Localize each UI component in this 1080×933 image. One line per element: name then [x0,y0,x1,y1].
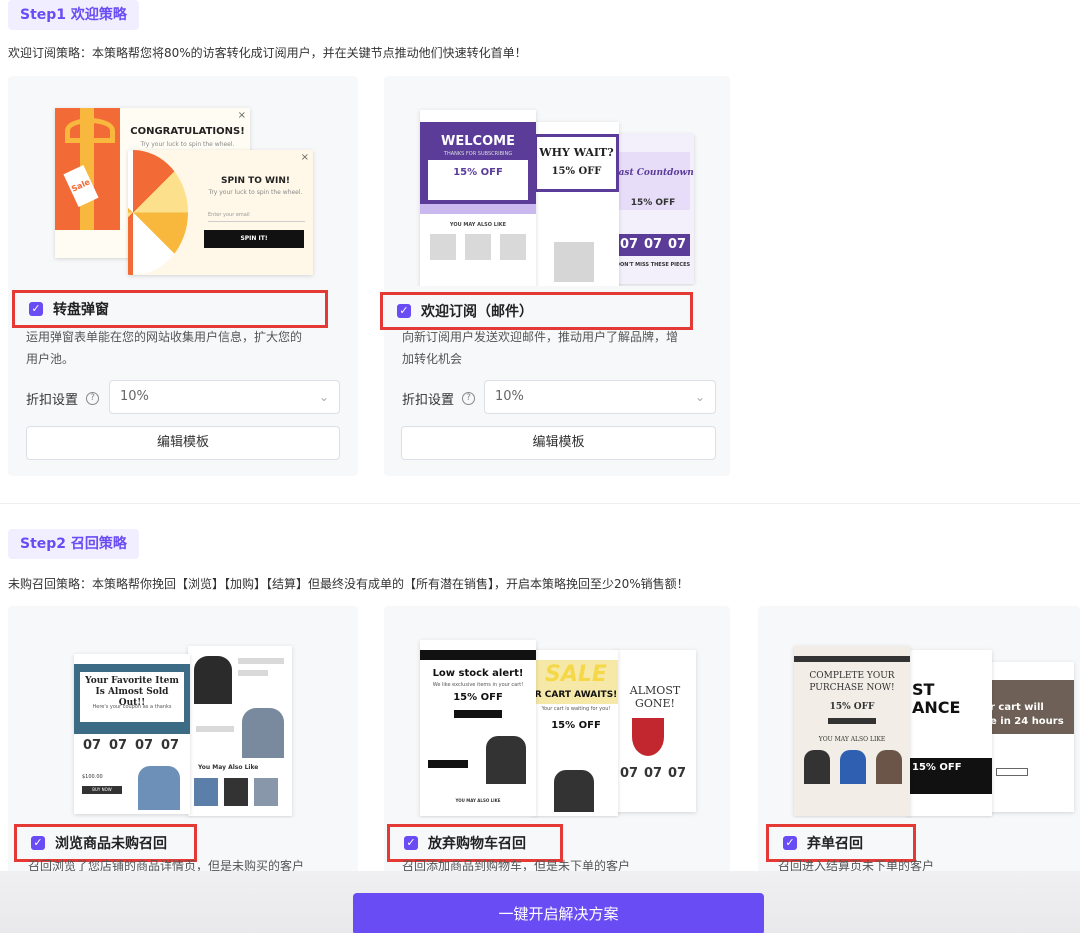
discount-select[interactable]: 10% ⌄ [109,380,340,414]
buy-now[interactable]: BUY NOW [82,786,122,794]
digit-2: 07 [643,237,663,252]
help-icon[interactable]: ? [86,392,100,405]
you-may-also-like: YOU MAY ALSO LIKE [449,222,507,228]
check-icon[interactable]: ✓ [29,302,43,316]
welcome-sub: THANKS FOR SUBSCRIBING [443,151,513,157]
low-stock-sub: We like exclusive items in your cart! [432,682,524,688]
discount-setting-label: 折扣设置 ? [402,389,476,408]
price: $100.00 [82,774,103,780]
edit-template-button[interactable]: 编辑模板 [401,426,716,460]
complete-purchase: COMPLETE YOUR PURCHASE NOW! [809,671,895,693]
spin-wheel-preview: Sale CONGRATULATIONS! Try your luck to s… [8,76,358,286]
check-icon[interactable]: ✓ [404,836,418,850]
card-welcome-email: Last Countdown 15% OFF 07 07 07 DON'T MI… [384,76,730,476]
ance-text: ANCE [912,698,961,717]
cart-will-2: e in 24 hours [990,716,1064,727]
check-icon[interactable]: ✓ [31,836,45,850]
wheel [128,150,188,275]
card-spin-wheel: Sale CONGRATULATIONS! Try your luck to s… [8,76,358,476]
digit-4: 07 [160,738,180,753]
edit-template-button[interactable]: 编辑模板 [26,426,340,460]
browse-recall-label: 浏览商品未购召回 [55,836,167,852]
checkout-email-2: ST ANCE 15% OFF [908,650,992,816]
enable-solution-button[interactable]: 一键开启解决方案 [353,893,764,933]
st-text: ST [912,680,935,699]
chevron-down-icon: ⌄ [318,390,329,404]
discount-select[interactable]: 10% ⌄ [484,380,716,414]
step1-badge: Step1 欢迎策略 [8,0,139,30]
checkout-email-3: r cart will e in 24 hours [988,662,1074,812]
step1-description: 欢迎订阅策略：本策略帮您将80%的访客转化成订阅用户，并在关键节点推动他们快速转… [8,46,527,60]
cart-awaits: R CART AWAITS! [534,690,618,700]
digit-3: 07 [667,766,687,781]
spin-button[interactable]: SPIN IT! [204,230,304,248]
low-stock: Low stock alert! [432,668,524,679]
checkout-recall-label: 弃单召回 [807,836,863,852]
browse-email-2: You May Also Like [188,646,292,816]
low-stock-off: 15% OFF [453,692,503,703]
you-may-also-like: YOU MAY ALSO LIKE [455,798,501,803]
check-icon[interactable]: ✓ [397,304,411,318]
close-icon[interactable]: × [301,152,309,163]
step2-badge: Step2 召回策略 [8,529,139,559]
discount-setting-label: 折扣设置 ? [26,389,100,408]
dont-miss: DON'T MISS THESE PIECES [615,262,691,268]
off-2: 15% OFF [551,166,602,177]
cart-will: r cart will [990,702,1044,713]
welcome-title: WELCOME [441,134,515,149]
digit-3: 07 [667,237,687,252]
close-icon[interactable]: × [238,110,246,121]
browse-recall-preview: You May Also Like Your Favorite Item Is … [8,606,358,818]
spin-email-input[interactable]: Enter your email [208,208,305,222]
spin-title: SPIN TO WIN! [221,176,290,186]
welcome-email-desc: 向新订阅用户发送欢迎邮件，推动用户了解品牌，增 加转化机会 [402,330,679,366]
digit-1: 07 [619,766,639,781]
welcome-email-1: WELCOME THANKS FOR SUBSCRIBING 15% OFF Y… [420,110,536,286]
chevron-down-icon: ⌄ [694,390,705,404]
welcome-email-2: WHY WAIT? 15% OFF [534,122,619,286]
also-like: You May Also Like [198,764,259,771]
step2-description: 未购召回策略：本策略帮你挽回【浏览】【加购】【结算】但最终没有成单的【所有潜在销… [8,577,689,591]
spin-sub: Try your luck to spin the wheel. [208,189,303,196]
spin-wheel-desc: 运用弹窗表单能在您的网站收集用户信息，扩大您的 用户池。 [26,330,303,366]
off-3: 15% OFF [630,198,676,208]
checkout-email-1: COMPLETE YOUR PURCHASE NOW! 15% OFF YOU … [794,646,910,816]
cart-off: 15% OFF [551,720,601,731]
spin-wheel-label: 转盘弹窗 [53,302,109,318]
help-icon[interactable]: ? [462,392,476,405]
congrats-sub: Try your luck to spin the wheel. [140,141,235,148]
browse-email-1: Your Favorite Item Is Almost Sold Out!! … [74,654,190,814]
digit-1: 07 [619,237,639,252]
section-divider [0,503,1080,504]
browse-sub: Here's your coupon as a thanks [92,704,172,710]
spin-popup: SPIN TO WIN! Try your luck to spin the w… [128,150,313,275]
sale-text: SALE [545,662,607,687]
checkout-off-2: 15% OFF [912,762,962,773]
checkbox-spin-wheel[interactable]: ✓ 转盘弹窗 [12,290,328,328]
digit-2: 07 [108,738,128,753]
digit-3: 07 [134,738,154,753]
cart-email-2: SALE R CART AWAITS! Your cart is waiting… [534,650,618,816]
countdown-title: Last Countdown [612,168,694,178]
almost-gone: ALMOST GONE! [629,684,681,710]
checkout-recall-preview: r cart will e in 24 hours ST ANCE 15% OF… [758,606,1080,818]
why-wait: WHY WAIT? [539,146,614,159]
congrats-title: CONGRATULATIONS! [130,126,245,137]
cart-recall-label: 放弃购物车召回 [428,836,526,852]
cart-recall-preview: ALMOST GONE! 07 07 07 SALE R CART AWAITS… [384,606,730,818]
digit-2: 07 [643,766,663,781]
welcome-off: 15% OFF [453,167,503,178]
welcome-preview: Last Countdown 15% OFF 07 07 07 DON'T MI… [384,76,730,286]
welcome-email-label: 欢迎订阅（邮件） [421,304,533,320]
cart-email-1: Low stock alert! We like exclusive items… [420,640,536,816]
cart-sub: Your cart is waiting for you! [541,706,611,712]
check-icon[interactable]: ✓ [783,836,797,850]
welcome-email-3: Last Countdown 15% OFF 07 07 07 DON'T MI… [612,134,694,284]
checkbox-welcome-email[interactable]: ✓ 欢迎订阅（邮件） [380,292,693,330]
cart-email-3: ALMOST GONE! 07 07 07 [614,650,696,812]
digit-1: 07 [82,738,102,753]
also-like: YOU MAY ALSO LIKE [818,736,886,743]
checkout-off: 15% OFF [829,702,875,712]
